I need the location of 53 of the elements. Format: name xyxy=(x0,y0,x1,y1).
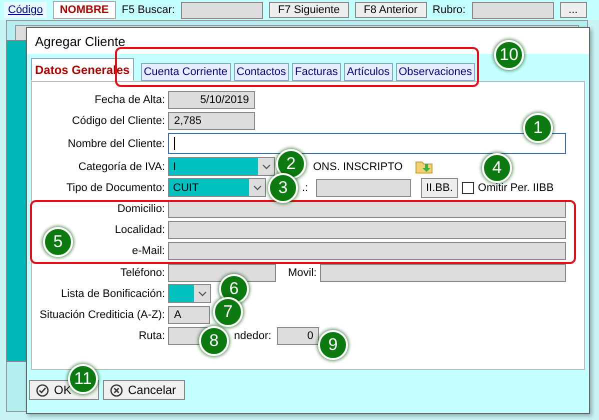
field-label: Situación Crediticia (A-Z): xyxy=(38,308,166,321)
dropdown[interactable] xyxy=(168,284,211,304)
folder-icon xyxy=(414,159,433,174)
checkbox-label: Omitir Per. IIBB xyxy=(478,182,554,194)
code-field[interactable]: 2,785 xyxy=(168,112,255,130)
field-label: ndedor: xyxy=(234,330,272,342)
field-label: Domicilio: xyxy=(116,202,166,215)
seller-field[interactable]: 0 xyxy=(277,327,320,346)
chevron-down-icon xyxy=(262,164,270,170)
checkbox[interactable] xyxy=(462,182,474,194)
field-label: Tipo de Documento: xyxy=(65,182,166,194)
email-field[interactable] xyxy=(168,242,566,260)
dropdown[interactable]: I xyxy=(168,157,275,176)
dropdown[interactable]: CUIT xyxy=(168,178,266,198)
search-field[interactable] xyxy=(180,2,263,18)
cancel-button[interactable]: Cancelar xyxy=(103,380,185,400)
field-label: .: xyxy=(302,182,310,194)
code-link[interactable]: Código xyxy=(4,2,47,18)
credit-field[interactable]: A xyxy=(168,306,210,324)
tab[interactable]: Contactos xyxy=(234,63,290,81)
window-title: Agregar Cliente xyxy=(35,34,126,48)
close-icon xyxy=(110,384,123,396)
field-label: Lista de Bonificación: xyxy=(60,288,166,300)
field-label: Nombre del Cliente: xyxy=(66,138,166,150)
name-tab[interactable]: NOMBRE xyxy=(52,1,116,19)
tab[interactable]: Observaciones xyxy=(396,63,475,81)
field-label: Movil: xyxy=(288,266,318,278)
name-field[interactable] xyxy=(168,133,566,154)
field-label: Código del Cliente: xyxy=(71,115,166,128)
number-field[interactable] xyxy=(316,178,411,197)
search-field[interactable] xyxy=(472,2,554,18)
toolbar-button[interactable]: ... xyxy=(560,2,587,18)
toolbar-label: Rubro: xyxy=(432,4,466,16)
date-field[interactable]: 5/10/2019 xyxy=(168,91,255,109)
city-field[interactable] xyxy=(168,221,566,240)
check-icon xyxy=(36,384,49,396)
tab[interactable]: Cuenta Corriente xyxy=(140,63,230,81)
tab[interactable]: Artículos xyxy=(344,63,393,81)
category-description: ONS. INSCRIPTO xyxy=(313,160,403,173)
field-label: Fecha de Alta: xyxy=(94,94,166,106)
toolbar-button[interactable]: F7 Siguiente xyxy=(268,2,349,18)
toolbar-button[interactable]: F8 Anterior xyxy=(354,2,427,18)
chevron-down-icon xyxy=(198,290,206,297)
chevron-down-icon xyxy=(252,184,262,191)
field-label: Ruta: xyxy=(138,330,166,342)
field-label: e-Mail: xyxy=(130,245,166,258)
toolbar-label: F5 Buscar: xyxy=(122,4,175,16)
field-label: Categoría de IVA: xyxy=(77,160,166,173)
mobile-field[interactable] xyxy=(320,264,566,282)
field-label: Teléfono: xyxy=(119,266,166,278)
field-label: Localidad: xyxy=(114,224,166,236)
iibb-button[interactable]: II.BB. xyxy=(421,178,458,198)
tab[interactable]: Facturas xyxy=(292,63,341,81)
